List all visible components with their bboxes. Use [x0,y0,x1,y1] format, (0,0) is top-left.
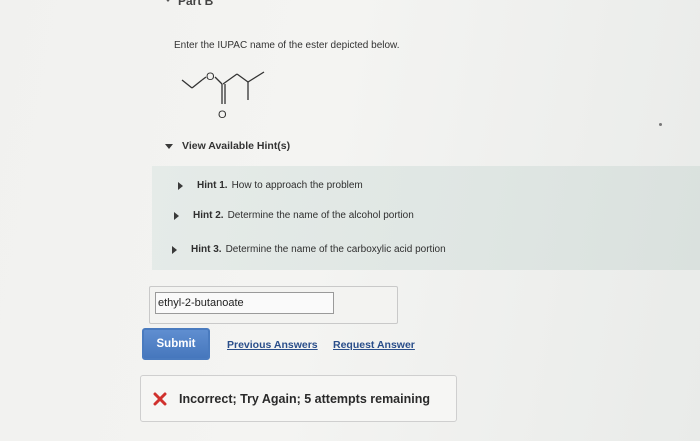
x-icon [153,392,167,405]
answer-input[interactable] [155,292,334,314]
hint-number: Hint 2. [193,210,224,221]
submit-button[interactable]: Submit [142,328,210,360]
hint-text: Determine the name of the carboxylic aci… [225,244,446,255]
hint-2[interactable]: Hint 2. Determine the name of the alcoho… [174,210,414,221]
hint-1[interactable]: Hint 1. How to approach the problem [178,180,363,191]
question-text: Enter the IUPAC name of the ester depict… [174,40,400,51]
hint-text: Determine the name of the alcohol portio… [227,210,414,221]
chevron-down-icon [163,0,173,2]
caret-right-icon [172,245,177,254]
ester-structure-drawing: O O [181,71,265,121]
hints-panel: Hint 1. How to approach the problem Hint… [152,166,700,270]
hint-number: Hint 3. [191,244,222,255]
feedback-text: Incorrect; Try Again; 5 attempts remaini… [179,391,430,406]
part-title: Part B [178,0,214,8]
request-answer-link[interactable]: Request Answer [333,339,415,351]
hint-3[interactable]: Hint 3. Determine the name of the carbox… [172,244,446,255]
previous-answers-link[interactable]: Previous Answers [227,339,318,351]
answer-box [149,286,398,324]
hint-number: Hint 1. [197,180,228,191]
caret-right-icon [178,181,183,190]
decorative-dot [659,123,662,126]
caret-right-icon [174,211,179,220]
feedback-message: Incorrect; Try Again; 5 attempts remaini… [140,375,457,422]
view-hints-toggle[interactable]: View Available Hint(s) [165,140,290,152]
ester-structure: O O [180,66,280,128]
caret-down-icon [165,143,173,149]
ester-oxygen-label: O [206,71,215,83]
part-header[interactable]: Part B [0,0,700,10]
hint-text: How to approach the problem [231,180,363,191]
view-hints-label: View Available Hint(s) [182,140,291,152]
carbonyl-oxygen-label: O [218,109,227,121]
